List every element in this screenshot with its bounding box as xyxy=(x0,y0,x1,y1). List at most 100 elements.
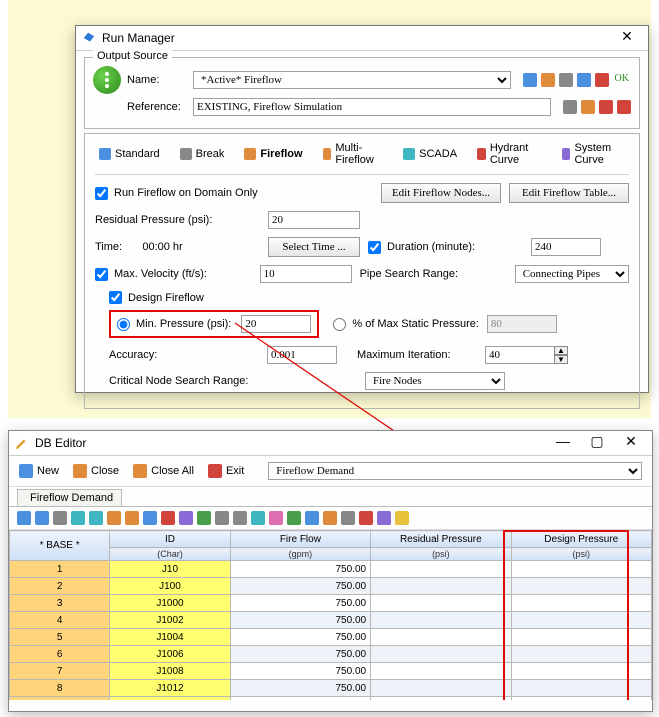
run-on-domain-checkbox[interactable]: Run Fireflow on Domain Only xyxy=(95,187,260,200)
delete-x-icon[interactable] xyxy=(599,100,613,114)
tab-fireflow[interactable]: Fireflow xyxy=(240,146,306,162)
new-button[interactable]: New xyxy=(19,464,59,478)
table-row[interactable]: 1J10750.00 xyxy=(10,561,652,578)
tab-break[interactable]: Break xyxy=(176,146,229,162)
sheet-tab-fireflow[interactable]: Fireflow Demand xyxy=(17,489,122,506)
cell-design[interactable] xyxy=(511,663,651,680)
cell-fireflow[interactable]: 750.00 xyxy=(230,629,370,646)
cell-residual[interactable] xyxy=(371,561,511,578)
bold-icon[interactable] xyxy=(143,511,157,525)
table-row[interactable]: 4J1002750.00 xyxy=(10,612,652,629)
delete-icon[interactable] xyxy=(359,511,373,525)
col-fire[interactable]: Fire Flow xyxy=(230,531,370,548)
cell-fireflow[interactable]: 750.00 xyxy=(230,578,370,595)
cell-design[interactable] xyxy=(511,629,651,646)
save-icon[interactable] xyxy=(35,511,49,525)
close-button[interactable]: Close xyxy=(73,464,119,478)
col-id[interactable]: ID xyxy=(110,531,230,548)
format-icon[interactable] xyxy=(323,511,337,525)
print-icon[interactable] xyxy=(53,511,67,525)
design-fireflow-checkbox[interactable]: Design Fireflow xyxy=(109,291,629,304)
close-button[interactable]: ✕ xyxy=(610,29,644,47)
refresh-icon[interactable] xyxy=(523,73,537,87)
cell-design[interactable] xyxy=(511,680,651,697)
copyrow-icon[interactable] xyxy=(107,511,121,525)
cell-design[interactable] xyxy=(511,646,651,663)
cell-fireflow[interactable]: 750.00 xyxy=(230,680,370,697)
folder-icon[interactable] xyxy=(559,73,573,87)
col-base[interactable]: * BASE * xyxy=(10,531,110,561)
cell-id[interactable]: J1012 xyxy=(110,680,230,697)
refresh-icon[interactable] xyxy=(287,511,301,525)
min-pressure-radio[interactable]: Min. Pressure (psi): xyxy=(117,318,231,331)
tab-multi-fireflow[interactable]: Multi-Fireflow xyxy=(319,140,388,168)
cell-fireflow[interactable]: 750.00 xyxy=(230,663,370,680)
row-number[interactable]: 1 xyxy=(10,561,110,578)
cell-id[interactable]: J1000 xyxy=(110,595,230,612)
close-button[interactable]: ✕ xyxy=(614,434,648,452)
cell-design[interactable] xyxy=(511,595,651,612)
min-pressure-input[interactable] xyxy=(241,315,311,333)
grid-icon[interactable] xyxy=(341,511,355,525)
cell-fireflow[interactable]: 750.00 xyxy=(230,646,370,663)
font-icon[interactable] xyxy=(161,511,175,525)
col-resid[interactable]: Residual Pressure xyxy=(371,531,511,548)
table-row[interactable]: 2J100750.00 xyxy=(10,578,652,595)
row-number[interactable]: 6 xyxy=(10,646,110,663)
cancel-icon[interactable] xyxy=(595,73,609,87)
cell-id[interactable]: J1008 xyxy=(110,663,230,680)
replace-icon[interactable] xyxy=(233,511,247,525)
cell-id[interactable]: J1002 xyxy=(110,612,230,629)
open-icon[interactable] xyxy=(17,511,31,525)
clipboard-icon[interactable] xyxy=(541,73,555,87)
edit-fireflow-table-button[interactable]: Edit Fireflow Table... xyxy=(509,183,629,203)
spin-up-icon[interactable]: ▲ xyxy=(554,346,568,355)
row-number[interactable]: 4 xyxy=(10,612,110,629)
chart-icon[interactable] xyxy=(269,511,283,525)
tab-system-curve[interactable]: System Curve xyxy=(558,140,629,168)
cell-design[interactable] xyxy=(511,612,651,629)
copy-icon[interactable] xyxy=(563,100,577,114)
cell-id[interactable]: J100 xyxy=(110,578,230,595)
crit-node-select[interactable]: Fire Nodes xyxy=(365,372,505,390)
pasterow-icon[interactable] xyxy=(125,511,139,525)
cell-residual[interactable] xyxy=(371,629,511,646)
table-row[interactable]: 9J1014750.00 xyxy=(10,697,652,701)
save-icon[interactable] xyxy=(577,73,591,87)
ok-icon[interactable]: OK xyxy=(613,73,631,87)
table-row[interactable]: 8J1012750.00 xyxy=(10,680,652,697)
duration-input[interactable] xyxy=(531,238,601,256)
spin-down-icon[interactable]: ▼ xyxy=(554,355,568,364)
tab-standard[interactable]: Standard xyxy=(95,146,164,162)
maximize-button[interactable]: ▢ xyxy=(580,434,614,452)
table-row[interactable]: 7J1008750.00 xyxy=(10,663,652,680)
cell-residual[interactable] xyxy=(371,697,511,701)
cell-residual[interactable] xyxy=(371,595,511,612)
exit-button[interactable]: Exit xyxy=(208,464,244,478)
cell-id[interactable]: J1014 xyxy=(110,697,230,701)
sort-icon[interactable] xyxy=(197,511,211,525)
reference-field[interactable] xyxy=(193,98,551,116)
cell-residual[interactable] xyxy=(371,646,511,663)
cell-residual[interactable] xyxy=(371,680,511,697)
filter-icon[interactable] xyxy=(179,511,193,525)
table-selector[interactable]: Fireflow Demand xyxy=(268,462,642,480)
cell-id[interactable]: J1004 xyxy=(110,629,230,646)
table-row[interactable]: 5J1004750.00 xyxy=(10,629,652,646)
col-design[interactable]: Design Pressure xyxy=(511,531,651,548)
row-number[interactable]: 8 xyxy=(10,680,110,697)
cell-design[interactable] xyxy=(511,561,651,578)
pct-static-radio[interactable]: % of Max Static Pressure: xyxy=(333,318,479,331)
tab-scada[interactable]: SCADA xyxy=(399,146,461,162)
accuracy-input[interactable] xyxy=(267,346,337,364)
cell-id[interactable]: J1006 xyxy=(110,646,230,663)
row-number[interactable]: 3 xyxy=(10,595,110,612)
max-velocity-checkbox[interactable]: Max. Velocity (ft/s): xyxy=(95,268,252,281)
minimize-button[interactable]: — xyxy=(546,434,580,452)
zoom-icon[interactable] xyxy=(305,511,319,525)
sum-icon[interactable] xyxy=(251,511,265,525)
max-velocity-input[interactable] xyxy=(260,265,352,283)
close-all-button[interactable]: Close All xyxy=(133,464,194,478)
cell-fireflow[interactable]: 750.00 xyxy=(230,697,370,701)
row-number[interactable]: 5 xyxy=(10,629,110,646)
